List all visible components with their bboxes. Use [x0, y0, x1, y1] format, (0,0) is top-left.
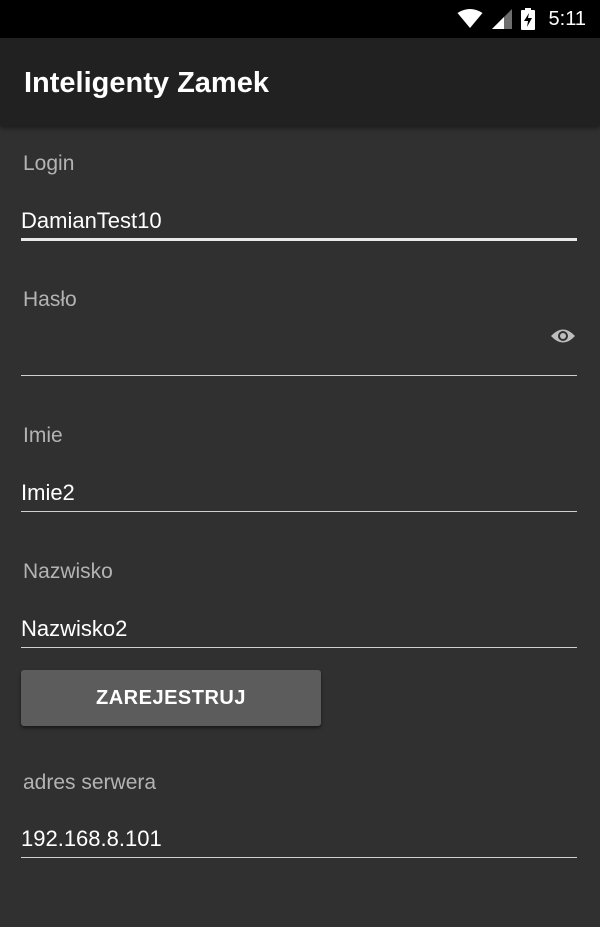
- show-password-eye-icon[interactable]: [550, 327, 576, 345]
- status-bar: 5:11: [0, 0, 600, 38]
- login-label: Login: [23, 152, 75, 175]
- first-name-underline: [21, 511, 577, 512]
- server-address-input[interactable]: 192.168.8.101: [21, 826, 162, 852]
- last-name-label: Nazwisko: [23, 560, 113, 583]
- login-input[interactable]: DamianTest10: [21, 208, 162, 234]
- last-name-input[interactable]: Nazwisko2: [21, 616, 127, 642]
- register-button[interactable]: ZAREJESTRUJ: [21, 670, 321, 726]
- password-label: Hasło: [23, 288, 77, 311]
- server-address-underline: [21, 857, 577, 858]
- server-address-label: adres serwera: [23, 771, 157, 794]
- first-name-input[interactable]: Imie2: [21, 480, 75, 506]
- server-address-field[interactable]: adres serwera 192.168.8.101: [21, 771, 577, 863]
- status-icons: 5:11: [457, 0, 586, 38]
- last-name-field[interactable]: Nazwisko Nazwisko2: [21, 560, 577, 652]
- wifi-icon: [457, 9, 483, 28]
- login-underline: [21, 238, 577, 241]
- last-name-underline: [21, 647, 577, 648]
- password-field[interactable]: Hasło: [21, 288, 577, 380]
- login-field[interactable]: Login DamianTest10: [21, 152, 577, 244]
- cellular-signal-icon: [491, 9, 512, 29]
- first-name-field[interactable]: Imie Imie2: [21, 424, 577, 516]
- battery-charging-icon: [520, 8, 535, 30]
- status-time: 5:11: [548, 7, 586, 30]
- password-underline: [21, 375, 577, 376]
- first-name-label: Imie: [23, 424, 63, 447]
- app-title: Inteligenty Zamek: [24, 67, 269, 99]
- app-toolbar: Inteligenty Zamek: [0, 38, 600, 126]
